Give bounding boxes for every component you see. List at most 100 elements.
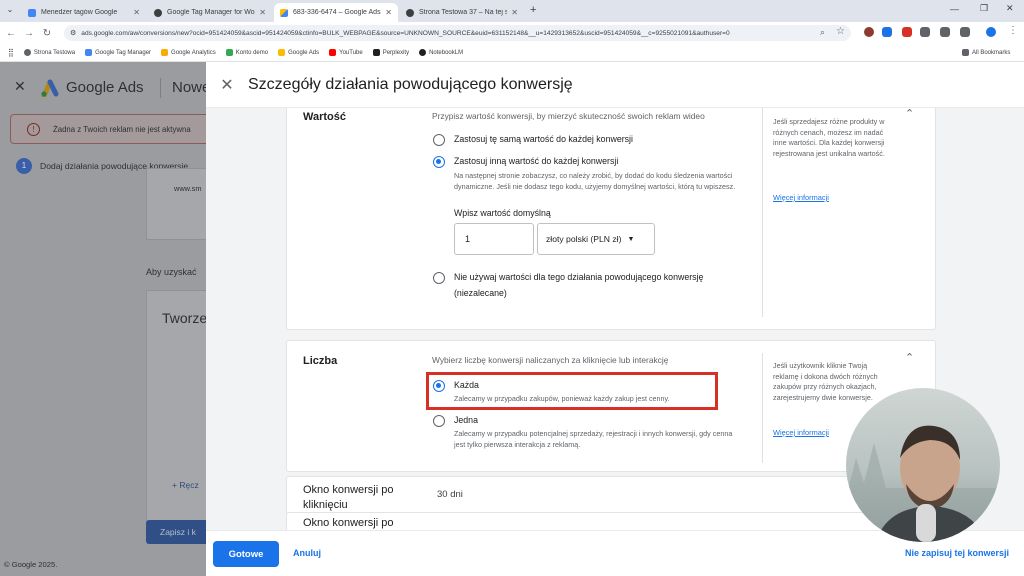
option-different-value-description: Na następnej stronie zobaczysz, co należ… (454, 171, 736, 191)
click-window-value: 30 dni (437, 489, 463, 500)
globe-favicon-icon (154, 8, 162, 17)
tab-search-button[interactable]: ⌄ (4, 5, 16, 17)
site-info-icon[interactable]: ⚙ (70, 29, 76, 37)
option-one-description: Zalecamy w przypadku potencjalnej sprzed… (454, 429, 733, 449)
close-tab-icon[interactable]: ✕ (511, 8, 518, 17)
option-no-value-note: (niezalecane) (454, 288, 507, 298)
google-ads-favicon-icon (280, 8, 288, 17)
done-button[interactable]: Gotowe (213, 541, 279, 567)
new-tab-button[interactable]: + (530, 4, 536, 16)
tab-strona-testowa[interactable]: Strona Testowa 37 – Na tej stronie ✕ (400, 3, 524, 22)
close-tab-icon[interactable]: ✕ (259, 8, 266, 17)
view-window-row[interactable]: Okno konwersji po (286, 512, 936, 530)
option-same-value-label[interactable]: Zastosuj tę samą wartość do każdej konwe… (454, 134, 633, 144)
option-different-value-label[interactable]: Zastosuj inną wartość do każdej konwersj… (454, 156, 618, 166)
bg-brand: Google Ads (66, 79, 144, 96)
radio-different-value[interactable] (433, 156, 445, 168)
count-card: Liczba Wybierz liczbę konwersji naliczan… (286, 340, 936, 472)
url-text: ads.google.com/aw/conversions/new?ocid=9… (81, 29, 730, 37)
collapse-value-icon[interactable]: ⌃ (905, 108, 914, 120)
extension-icon[interactable] (864, 27, 874, 37)
section-divider (762, 108, 763, 317)
background-page: ✕ Google Ads Nowe ! Żadna z Twoich rekla… (0, 62, 206, 576)
bg-alert: ! Żadna z Twoich reklam nie jest aktywna (10, 114, 206, 144)
count-help-text: Jeśli użytkownik kliknie Twoją reklamę i… (773, 361, 878, 402)
count-section-title: Liczba (303, 355, 338, 367)
extension-icon[interactable] (920, 27, 930, 37)
bg-copyright: © Google 2025. (4, 560, 58, 569)
restore-icon[interactable]: ❐ (980, 3, 988, 14)
radio-each-conversion[interactable] (433, 380, 445, 392)
bookmark-konto-demo[interactable]: Konto demo (225, 49, 268, 56)
forward-icon[interactable]: → (22, 28, 36, 39)
extensions-puzzle-icon[interactable] (960, 27, 970, 37)
collapse-count-icon[interactable]: ⌃ (905, 351, 914, 364)
value-help-text: Jeśli sprzedajesz różne produkty w różny… (773, 117, 885, 158)
bg-aby-text: Aby uzyskać (146, 267, 197, 277)
value-more-info-link[interactable]: Więcej informacji (773, 193, 829, 202)
default-value-input[interactable]: 1 (454, 223, 534, 255)
bookmarks-bar: ⣿ Strona Testowa Google Tag Manager Goog… (0, 44, 1024, 62)
address-bar[interactable]: ⚙ ads.google.com/aw/conversions/new?ocid… (64, 25, 851, 41)
cancel-button[interactable]: Anuluj (293, 548, 321, 558)
dialog-header: ✕ Szczegóły działania powodującego konwe… (206, 62, 1024, 108)
close-tab-icon[interactable]: ✕ (133, 8, 140, 17)
bookmark-youtube[interactable]: YouTube (329, 49, 363, 56)
bookmark-google-analytics[interactable]: Google Analytics (161, 49, 216, 56)
bg-divider (160, 78, 161, 98)
radio-no-value[interactable] (433, 272, 445, 284)
bg-step-badge: 1 (16, 158, 32, 174)
extension-icon[interactable] (940, 27, 950, 37)
zoom-icon[interactable]: ⌕ (820, 27, 825, 38)
close-tab-icon[interactable]: ✕ (385, 8, 392, 17)
bg-recznie-text: + Ręcz (172, 480, 199, 490)
count-section-description: Wybierz liczbę konwersji naliczanych za … (432, 355, 669, 365)
radio-same-value[interactable] (433, 134, 445, 146)
back-icon[interactable]: ← (4, 28, 18, 39)
value-section-title: Wartość (303, 111, 346, 123)
dropdown-arrow-icon: ▼ (627, 235, 635, 243)
bookmark-notebooklm[interactable]: NotebookLM (419, 49, 463, 56)
all-bookmarks[interactable]: All Bookmarks (962, 49, 1010, 56)
globe-favicon-icon (406, 8, 414, 17)
section-divider (762, 353, 763, 463)
profile-avatar[interactable] (986, 27, 996, 37)
gtm-favicon-icon (28, 8, 36, 17)
close-icon[interactable]: ✕ (206, 75, 248, 95)
radio-one-conversion[interactable] (433, 415, 445, 427)
webcam-overlay (846, 388, 1000, 542)
bookmark-star-icon[interactable]: ☆ (836, 26, 845, 37)
dont-save-button[interactable]: Nie zapisuj tej konwersji (905, 548, 1009, 558)
minimize-icon[interactable]: — (950, 4, 959, 14)
google-ads-logo (40, 79, 60, 99)
bookmark-google-ads[interactable]: Google Ads (278, 49, 319, 56)
reload-icon[interactable]: ↻ (40, 28, 54, 39)
bookmark-strona-testowa[interactable]: Strona Testowa (23, 49, 75, 56)
browser-menu-icon[interactable]: ⋮ (1008, 25, 1018, 36)
default-value-label: Wpisz wartość domyślną (454, 208, 551, 218)
tab-google-ads[interactable]: 683-336-6474 – Google Ads ✕ (274, 3, 398, 22)
bg-alert-text: Żadna z Twoich reklam nie jest aktywna (53, 125, 191, 134)
apps-grid-icon[interactable]: ⣿ (8, 48, 14, 57)
currency-select[interactable]: złoty polski (PLN zł) ▼ (537, 223, 655, 255)
tab-gtm-wordpress[interactable]: Google Tag Manager for WordPress ✕ (148, 3, 272, 22)
bookmark-perplexity[interactable]: Perplexity (372, 49, 409, 56)
bookmark-gtm[interactable]: Google Tag Manager (85, 49, 151, 56)
option-no-value-label[interactable]: Nie używaj wartości dla tego działania p… (454, 272, 703, 282)
close-window-icon[interactable]: ✕ (1006, 3, 1014, 14)
bg-url-fragment: www.sm (174, 184, 202, 193)
extension-icon[interactable] (882, 27, 892, 37)
option-each-description: Zalecamy w przypadku zakupów, ponieważ k… (454, 394, 670, 403)
dialog-title: Szczegóły działania powodującego konwers… (248, 75, 573, 93)
bg-card (146, 168, 206, 240)
tab-gtm[interactable]: Menedżer tagów Google ✕ (22, 3, 146, 22)
click-window-label: Okno konwersji po kliknięciu (303, 484, 394, 511)
value-section-description: Przypisz wartość konwersji, by mierzyć s… (432, 111, 705, 121)
option-each-label[interactable]: Każda (454, 380, 479, 390)
option-one-label[interactable]: Jedna (454, 415, 478, 425)
bg-heading: Nowe (172, 79, 206, 96)
bg-tworz-text: Tworze (162, 310, 206, 326)
count-more-info-link[interactable]: Więcej informacji (773, 428, 829, 437)
extension-icon[interactable] (902, 27, 912, 37)
value-card: Wartość Przypisz wartość konwersji, by m… (286, 108, 936, 330)
